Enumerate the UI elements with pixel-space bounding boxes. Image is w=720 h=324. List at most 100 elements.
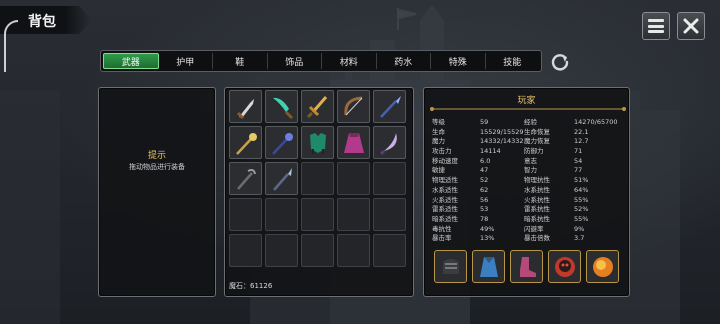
inventory-slot-empty[interactable] bbox=[301, 198, 334, 231]
inventory-slot-empty[interactable] bbox=[265, 198, 298, 231]
stat-value: 62 bbox=[480, 185, 489, 194]
inventory-slot[interactable] bbox=[301, 126, 334, 159]
stat-label: 暴击率 bbox=[432, 234, 452, 243]
golden-sword-icon bbox=[306, 95, 327, 118]
stat-label: 暗系适性 bbox=[432, 214, 458, 223]
fire-orb-icon bbox=[592, 256, 613, 277]
stat-value: 6.0 bbox=[480, 156, 491, 165]
inventory-slot[interactable] bbox=[337, 90, 370, 123]
stat-value: 78 bbox=[480, 214, 489, 223]
cape-icon bbox=[479, 256, 498, 277]
stat-row: 火系适性 56 火系抗性 55% bbox=[432, 196, 618, 206]
inventory-slot[interactable] bbox=[373, 90, 406, 123]
stat-value: 14270/65700 bbox=[574, 118, 618, 126]
stat-value: 54 bbox=[574, 156, 583, 165]
tab-potions[interactable]: 药水 bbox=[377, 53, 431, 69]
tab-skills[interactable]: 技能 bbox=[486, 53, 540, 69]
inventory-slot-empty[interactable] bbox=[301, 234, 334, 267]
stat-label: 魔力恢复 bbox=[524, 137, 550, 146]
currency-label: 魔石：61126 bbox=[229, 282, 273, 290]
inventory-slot[interactable] bbox=[229, 126, 262, 159]
inventory-slot-empty[interactable] bbox=[229, 198, 262, 231]
equipment-bar bbox=[434, 250, 619, 283]
stat-label: 移动速度 bbox=[432, 156, 458, 165]
stat-label: 物理抗性 bbox=[524, 176, 550, 185]
stat-label: 暗系抗性 bbox=[524, 214, 550, 223]
tab-accessories[interactable]: 饰品 bbox=[268, 53, 322, 69]
stat-row: 暗系适性 78 暗系抗性 55% bbox=[432, 215, 618, 225]
inventory-slot-empty[interactable] bbox=[301, 162, 334, 195]
stat-row: 暴击率 13% 暴击倍数 3.7 bbox=[432, 234, 618, 244]
inventory-slot-empty[interactable] bbox=[337, 234, 370, 267]
stat-label: 魔力 bbox=[432, 137, 445, 146]
tab-shoes[interactable]: 鞋 bbox=[213, 53, 268, 69]
stat-value: 47 bbox=[480, 166, 489, 175]
inventory-slot-empty[interactable] bbox=[373, 198, 406, 231]
tab-weapons[interactable]: 武器 bbox=[103, 53, 159, 69]
stat-label: 物理适性 bbox=[432, 176, 458, 185]
inventory-slot[interactable] bbox=[229, 90, 262, 123]
equip-slot-orb[interactable] bbox=[586, 250, 619, 283]
stat-row: 生命 15529/15529 生命恢复 22.1 bbox=[432, 128, 618, 138]
stat-label: 防御力 bbox=[524, 147, 544, 156]
decorative-hook bbox=[4, 20, 18, 72]
tab-special[interactable]: 特殊 bbox=[431, 53, 486, 69]
wooden-bow-icon bbox=[343, 96, 362, 115]
inventory-slot[interactable] bbox=[373, 126, 406, 159]
equip-slot-cape[interactable] bbox=[472, 250, 505, 283]
stat-label: 水系抗性 bbox=[524, 185, 550, 194]
inventory-slot[interactable] bbox=[265, 162, 298, 195]
inventory-slot-empty[interactable] bbox=[265, 234, 298, 267]
stat-label: 雷系抗性 bbox=[524, 205, 550, 214]
equip-slot-gauntlet[interactable] bbox=[434, 250, 467, 283]
refresh-icon[interactable] bbox=[550, 52, 570, 72]
stat-value: 14114 bbox=[480, 147, 501, 156]
inventory-slot[interactable] bbox=[265, 126, 298, 159]
inventory-slot[interactable] bbox=[301, 90, 334, 123]
inventory-slot-empty[interactable] bbox=[337, 198, 370, 231]
stat-row: 水系适性 62 水系抗性 64% bbox=[432, 186, 618, 196]
tab-materials[interactable]: 材料 bbox=[322, 53, 377, 69]
stat-value: 13% bbox=[480, 234, 495, 243]
category-tabs: 武器 护甲 鞋 饰品 材料 药水 特殊 技能 bbox=[100, 50, 542, 72]
stat-row: 魔力 14332/14332 魔力恢复 12.7 bbox=[432, 137, 618, 147]
crystal-spear-icon bbox=[379, 95, 401, 118]
crimson-cape-icon bbox=[343, 132, 364, 153]
player-title: 玩家 bbox=[517, 96, 536, 106]
blue-staff-icon bbox=[271, 132, 293, 155]
stat-row: 毒抗性 49% 闪避率 9% bbox=[432, 225, 618, 235]
stat-value: 53 bbox=[480, 205, 489, 214]
stat-row: 雷系适性 53 雷系抗性 52% bbox=[432, 205, 618, 215]
stat-value: 55% bbox=[574, 214, 589, 223]
inventory-slot-empty[interactable] bbox=[337, 162, 370, 195]
green-armor-icon bbox=[309, 132, 326, 154]
stat-label: 意志 bbox=[524, 156, 537, 165]
stat-label: 生命 bbox=[432, 127, 445, 136]
inventory-slot[interactable] bbox=[337, 126, 370, 159]
inventory-slot-empty[interactable] bbox=[373, 162, 406, 195]
page-title: 背包 bbox=[28, 14, 56, 30]
menu-button[interactable] bbox=[642, 12, 670, 40]
dark-staff-icon bbox=[236, 168, 256, 190]
equip-slot-boots[interactable] bbox=[510, 250, 543, 283]
stat-label: 火系适性 bbox=[432, 195, 458, 204]
header-divider bbox=[430, 107, 626, 111]
stat-label: 毒抗性 bbox=[432, 224, 452, 233]
inventory-grid bbox=[229, 90, 406, 267]
inventory-slot-empty[interactable] bbox=[373, 234, 406, 267]
inventory-slot-empty[interactable] bbox=[229, 234, 262, 267]
inventory-slot[interactable] bbox=[265, 90, 298, 123]
stat-value: 59 bbox=[480, 118, 489, 126]
stat-row: 等级 59 经验 14270/65700 bbox=[432, 118, 618, 128]
close-icon bbox=[683, 18, 699, 34]
inventory-slot[interactable] bbox=[229, 162, 262, 195]
stat-label: 火系抗性 bbox=[524, 195, 550, 204]
dagger-icon bbox=[236, 98, 254, 119]
close-button[interactable] bbox=[677, 12, 705, 40]
stat-label: 经验 bbox=[524, 118, 537, 126]
equip-slot-amulet[interactable] bbox=[548, 250, 581, 283]
stat-value: 12.7 bbox=[574, 137, 589, 146]
stat-value: 77 bbox=[574, 166, 583, 175]
tab-armor[interactable]: 护甲 bbox=[159, 53, 213, 69]
skull-amulet-icon bbox=[554, 256, 575, 277]
